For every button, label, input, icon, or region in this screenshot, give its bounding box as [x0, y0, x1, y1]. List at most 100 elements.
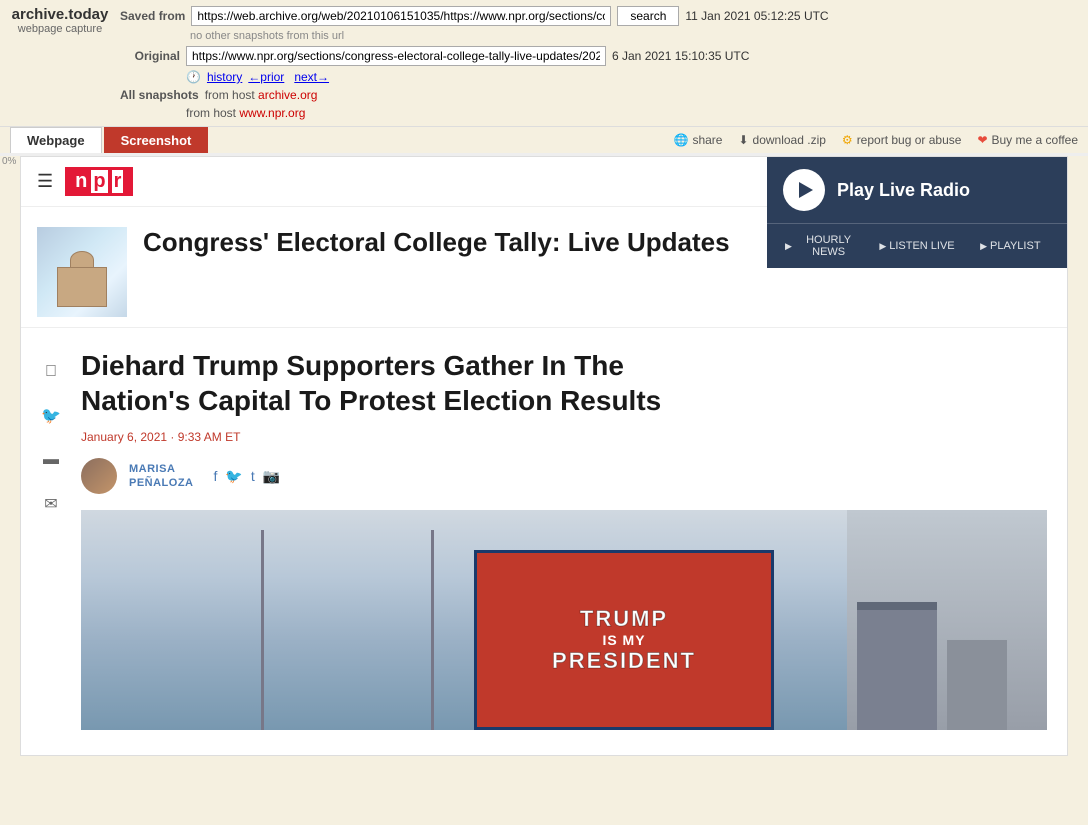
play-radio-button[interactable]	[783, 169, 825, 211]
bug-icon: ⚙	[842, 133, 853, 147]
date-saved: 11 Jan 2021 05:12:25 UTC	[685, 9, 828, 23]
npr-header: ☰ n p r ❤ DONATE Play Live Radio ▶ HOURL…	[21, 157, 1067, 207]
playlist-label: PLAYLIST	[990, 240, 1041, 252]
capitol-building	[57, 267, 107, 307]
hourly-arrow-icon: ▶	[785, 241, 792, 252]
live-radio-top: Play Live Radio	[767, 157, 1067, 223]
article-thumbnail	[37, 227, 127, 317]
coffee-label: Buy me a coffee	[992, 133, 1079, 147]
report-bug-link[interactable]: ⚙ report bug or abuse	[842, 133, 962, 147]
history-row: 🕐 history ←prior next→	[120, 70, 1078, 84]
live-radio-sub: ▶ HOURLY NEWS ▶ LISTEN LIVE ▶ PLAYLIST	[767, 223, 1067, 268]
author-instagram-icon[interactable]: 📷	[263, 468, 280, 485]
hourly-news-button[interactable]: ▶ HOURLY NEWS	[777, 230, 870, 262]
progress-label: 0%	[2, 156, 16, 167]
archive-logo: archive.today webpage capture	[10, 6, 110, 35]
buildings-background	[847, 510, 1047, 730]
tab-webpage[interactable]: Webpage	[10, 127, 102, 153]
prior-link[interactable]: ←prior	[248, 70, 284, 84]
headline-line1: Diehard Trump Supporters Gather In The	[81, 350, 624, 381]
flagpole-left	[261, 530, 264, 730]
author-info: MARISA PEÑALOZA	[129, 462, 194, 491]
listen-live-label: LISTEN LIVE	[889, 240, 954, 252]
author-row: MARISA PEÑALOZA f 🐦 t 📷	[81, 458, 1047, 494]
tab-screenshot[interactable]: Screenshot	[104, 127, 209, 153]
social-sidebar:  🐦 ▬ ✉	[21, 348, 81, 730]
top-nav-actions: 🌐 share ⬇ download .zip ⚙ report bug or …	[673, 133, 1078, 147]
next-link[interactable]: next→	[294, 70, 329, 84]
listen-arrow-icon: ▶	[879, 241, 886, 252]
hourly-news-label: HOURLY NEWS	[795, 234, 862, 258]
article-body-wrapper:  🐦 ▬ ✉ Diehard Trump Supporters Gather …	[21, 328, 1067, 750]
snapshots-from-host: from host archive.org	[205, 88, 318, 102]
report-label: report bug or abuse	[857, 133, 962, 147]
search-button[interactable]: search	[617, 6, 679, 26]
article-image: TRUMP IS MY PRESIDENT	[81, 510, 1047, 730]
article-date: January 6, 2021 · 9:33 AM ET	[81, 430, 1047, 444]
archive-bar: archive.today webpage capture Saved from…	[0, 0, 1088, 126]
logo-r: r	[112, 170, 124, 193]
progress-bar-container: 0%	[0, 153, 1088, 156]
author-name-line2: PEÑALOZA	[129, 477, 194, 489]
npr-logo: n p r	[65, 167, 133, 196]
site-name: archive.today	[10, 6, 110, 23]
archive-sub-label: webpage capture	[10, 23, 110, 35]
saved-url-input[interactable]	[191, 6, 611, 26]
from-npr-host: from host www.npr.org	[186, 106, 305, 120]
original-label: Original	[120, 49, 180, 63]
hamburger-button[interactable]: ☰	[37, 171, 53, 192]
trump-flag: TRUMP IS MY PRESIDENT	[474, 550, 774, 730]
nav-links: ←prior next→	[248, 70, 329, 84]
flipboard-share-icon[interactable]: ▬	[37, 446, 65, 474]
listen-live-button[interactable]: ▶ LISTEN LIVE	[870, 230, 963, 262]
author-name-line1: MARISA	[129, 463, 175, 475]
download-icon: ⬇	[738, 133, 748, 147]
author-facebook-icon[interactable]: f	[214, 468, 218, 485]
flag-text-line2: IS MY	[602, 632, 645, 648]
author-tumblr-icon[interactable]: t	[251, 468, 255, 485]
playlist-button[interactable]: ▶ PLAYLIST	[964, 230, 1057, 262]
all-snapshots-row: All snapshots from host archive.org	[120, 88, 1078, 102]
history-link[interactable]: history	[207, 70, 242, 84]
original-row: Original 6 Jan 2021 15:10:35 UTC	[120, 46, 1078, 66]
share-label: share	[692, 133, 722, 147]
live-radio-panel: Play Live Radio ▶ HOURLY NEWS ▶ LISTEN L…	[767, 157, 1067, 268]
top-nav: Webpage Screenshot 🌐 share ⬇ download .z…	[0, 126, 1088, 153]
flagpole-right	[431, 530, 434, 730]
logo-p: p	[91, 170, 107, 193]
npr-host-link[interactable]: www.npr.org	[239, 106, 305, 120]
article-main: Diehard Trump Supporters Gather In The N…	[81, 348, 1067, 730]
email-share-icon[interactable]: ✉	[37, 490, 65, 518]
buy-coffee-link[interactable]: ❤ Buy me a coffee	[977, 133, 1078, 147]
flag-text-line1: TRUMP	[580, 606, 668, 632]
download-label: download .zip	[753, 133, 826, 147]
author-avatar	[81, 458, 117, 494]
flag-text-line3: PRESIDENT	[552, 648, 696, 674]
main-content: ☰ n p r ❤ DONATE Play Live Radio ▶ HOURL…	[20, 156, 1068, 756]
npr-host-row: from host www.npr.org	[120, 106, 1078, 120]
article-section-title: Congress' Electoral College Tally: Live …	[143, 227, 730, 258]
logo-n: n	[75, 170, 87, 193]
saved-from-label: Saved from	[120, 9, 185, 23]
author-name: MARISA PEÑALOZA	[129, 462, 194, 491]
play-triangle-icon	[799, 182, 813, 198]
archive-host-link[interactable]: archive.org	[258, 88, 317, 102]
headline-line2: Nation's Capital To Protest Election Res…	[81, 385, 661, 416]
twitter-share-icon[interactable]: 🐦	[37, 402, 65, 430]
no-snapshot-text: no other snapshots from this url	[190, 30, 344, 42]
share-link[interactable]: 🌐 share	[673, 133, 722, 147]
all-snapshots-label: All snapshots	[120, 88, 199, 102]
live-radio-title: Play Live Radio	[837, 180, 970, 201]
author-twitter-icon[interactable]: 🐦	[225, 468, 242, 485]
saved-from-row: Saved from search 11 Jan 2021 05:12:25 U…	[120, 6, 1078, 26]
no-snapshot-row: no other snapshots from this url	[120, 30, 1078, 42]
playlist-arrow-icon: ▶	[980, 241, 987, 252]
download-zip-link[interactable]: ⬇ download .zip	[738, 133, 825, 147]
globe-icon: 🌐	[673, 133, 688, 147]
original-url-input[interactable]	[186, 46, 606, 66]
heart-icon: ❤	[977, 133, 987, 147]
date-original: 6 Jan 2021 15:10:35 UTC	[612, 49, 749, 63]
archive-info: Saved from search 11 Jan 2021 05:12:25 U…	[120, 6, 1078, 120]
facebook-share-icon[interactable]: 	[37, 358, 65, 386]
article-headline: Diehard Trump Supporters Gather In The N…	[81, 348, 1047, 418]
